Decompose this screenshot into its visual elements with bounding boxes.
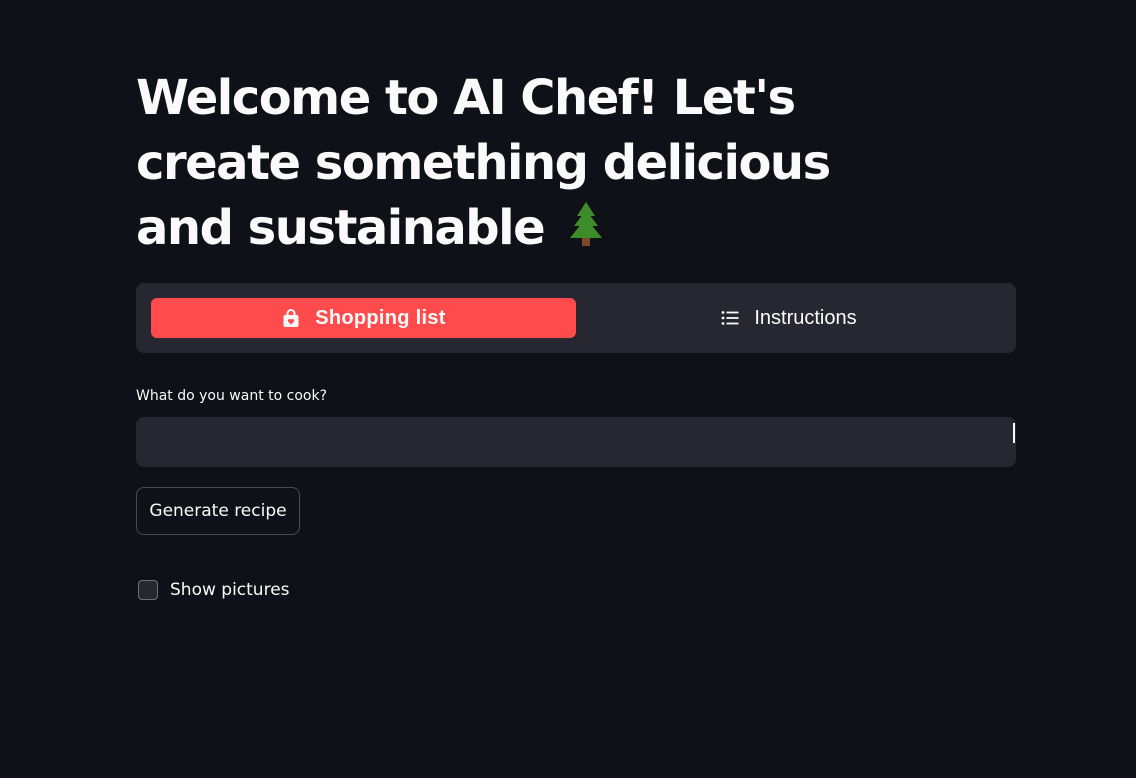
page-title: Welcome to AI Chef! Let's create somethi… (136, 66, 936, 261)
recipe-input[interactable] (136, 417, 1016, 467)
show-pictures-checkbox[interactable] (138, 580, 158, 600)
app-root: Welcome to AI Chef! Let's create somethi… (0, 0, 1136, 778)
show-pictures-toggle[interactable]: Show pictures (138, 580, 290, 600)
tab-shopping-list[interactable]: Shopping list (151, 298, 576, 338)
tab-instructions-label: Instructions (754, 306, 857, 329)
text-caret (1013, 423, 1015, 443)
show-pictures-label: Show pictures (170, 580, 290, 600)
page-title-text: Welcome to AI Chef! Let's create somethi… (136, 70, 831, 256)
tab-instructions[interactable]: Instructions (576, 298, 1001, 338)
tab-shopping-list-label: Shopping list (315, 306, 446, 329)
evergreen-tree-icon (566, 200, 606, 250)
tab-bar: Shopping list Instructions (136, 283, 1016, 353)
recipe-input-label: What do you want to cook? (136, 388, 328, 404)
shopping-bag-icon (281, 308, 301, 328)
list-icon (720, 308, 740, 328)
generate-recipe-button[interactable]: Generate recipe (136, 487, 300, 535)
